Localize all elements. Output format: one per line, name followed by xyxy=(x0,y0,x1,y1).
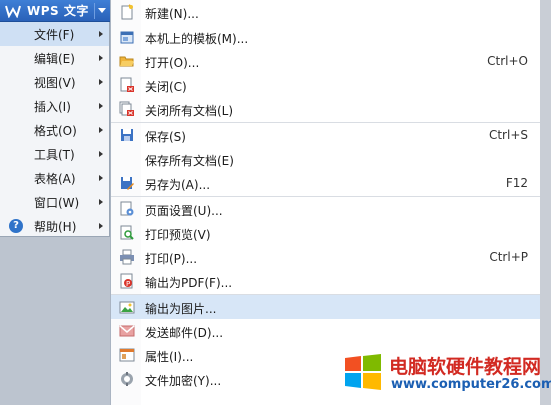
export-pdf-item[interactable]: P 输出为PDF(F)... xyxy=(111,269,540,293)
close-item[interactable]: 关闭(C) xyxy=(111,73,540,97)
properties-icon xyxy=(119,347,135,363)
chevron-right-icon xyxy=(99,151,103,157)
print-preview-icon xyxy=(119,225,135,241)
menu-item-insert[interactable]: 插入(I) xyxy=(0,94,109,118)
chevron-right-icon xyxy=(99,127,103,133)
menu-label: 属性(I)... xyxy=(145,350,194,364)
menu-item-help[interactable]: ? 帮助(H) xyxy=(0,214,109,238)
new-document-icon xyxy=(119,4,135,20)
print-preview-item[interactable]: 打印预览(V) xyxy=(111,221,540,245)
menu-label: 页面设置(U)... xyxy=(145,204,223,218)
help-icon: ? xyxy=(9,219,23,233)
menu-label: 保存所有文档(E) xyxy=(145,154,234,168)
watermark-url: www.computer26.com xyxy=(391,377,551,392)
new-item[interactable]: 新建(N)... xyxy=(111,0,540,24)
menu-label: 关闭(C) xyxy=(145,80,187,94)
menu-label: 另存为(A)... xyxy=(145,178,211,192)
pdf-icon: P xyxy=(119,273,135,289)
wps-logo-icon xyxy=(5,4,21,19)
watermark-brand: 电脑软硬件教程网 xyxy=(389,356,542,378)
shortcut-label: Ctrl+O xyxy=(487,54,528,68)
encrypt-icon xyxy=(119,371,135,387)
shortcut-label: F12 xyxy=(505,176,528,190)
menu-label: 文件加密(Y)... xyxy=(145,374,222,388)
menu-item-label: 文件(F) xyxy=(34,27,75,42)
menu-label: 输出为图片... xyxy=(145,302,217,316)
menu-item-label: 格式(O) xyxy=(34,123,77,138)
divider xyxy=(94,3,95,19)
svg-text:P: P xyxy=(126,280,130,288)
shortcut-label: Ctrl+P xyxy=(489,250,528,264)
menu-item-view[interactable]: 视图(V) xyxy=(0,70,109,94)
menu-item-tools[interactable]: 工具(T) xyxy=(0,142,109,166)
menu-label: 打印预览(V) xyxy=(145,228,211,242)
chevron-right-icon xyxy=(99,103,103,109)
menu-label: 打印(P)... xyxy=(145,252,198,266)
chevron-right-icon xyxy=(99,223,103,229)
menu-label: 新建(N)... xyxy=(145,7,199,21)
menu-label: 发送邮件(D)... xyxy=(145,326,224,340)
menu-item-label: 插入(I) xyxy=(34,99,71,114)
template-icon xyxy=(119,29,135,45)
menu-item-label: 帮助(H) xyxy=(34,219,77,234)
send-mail-item[interactable]: 发送邮件(D)... xyxy=(111,319,540,343)
menu-item-edit[interactable]: 编辑(E) xyxy=(0,46,109,70)
save-as-icon xyxy=(119,175,135,191)
menu-label: 保存(S) xyxy=(145,130,186,144)
page-setup-item[interactable]: 页面设置(U)... xyxy=(111,197,540,221)
chevron-right-icon xyxy=(99,31,103,37)
chevron-right-icon xyxy=(99,55,103,61)
close-all-icon xyxy=(119,101,135,117)
menu-label: 关闭所有文档(L) xyxy=(145,104,234,118)
windows-logo-icon xyxy=(343,352,383,392)
menu-label: 本机上的模板(M)... xyxy=(145,32,249,46)
template-item[interactable]: 本机上的模板(M)... xyxy=(111,25,540,49)
menu-item-format[interactable]: 格式(O) xyxy=(0,118,109,142)
menu-item-file[interactable]: 文件(F) xyxy=(0,22,109,46)
image-export-icon xyxy=(119,299,135,315)
main-menu: 文件(F) 编辑(E) 视图(V) 插入(I) 格式(O) 工具(T) 表格(A… xyxy=(0,22,110,237)
page-setup-icon xyxy=(119,201,135,217)
close-document-icon xyxy=(119,77,135,93)
site-watermark: 电脑软硬件教程网 www.computer26.com xyxy=(343,349,551,399)
save-icon xyxy=(119,127,135,143)
open-item[interactable]: 打开(O)... Ctrl+O xyxy=(111,49,540,73)
menu-label: 输出为PDF(F)... xyxy=(145,276,233,290)
chevron-right-icon xyxy=(99,199,103,205)
menu-item-label: 视图(V) xyxy=(34,75,76,90)
menu-item-label: 窗口(W) xyxy=(34,195,80,210)
menu-item-window[interactable]: 窗口(W) xyxy=(0,190,109,214)
mail-icon xyxy=(119,323,135,339)
menu-item-label: 工具(T) xyxy=(34,147,75,162)
file-submenu: 新建(N)... 本机上的模板(M)... 打开(O)... Ctrl+O 关闭… xyxy=(110,0,540,405)
chevron-down-icon[interactable] xyxy=(98,8,106,13)
chevron-right-icon xyxy=(99,79,103,85)
document-canvas xyxy=(540,0,551,405)
close-all-item[interactable]: 关闭所有文档(L) xyxy=(111,97,540,121)
menu-item-label: 编辑(E) xyxy=(34,51,75,66)
wps-app-menu-button[interactable]: WPS 文字 xyxy=(0,0,110,22)
save-item[interactable]: 保存(S) Ctrl+S xyxy=(111,123,540,147)
save-as-item[interactable]: 另存为(A)... F12 xyxy=(111,171,540,195)
menu-item-table[interactable]: 表格(A) xyxy=(0,166,109,190)
printer-icon xyxy=(119,249,135,265)
print-item[interactable]: 打印(P)... Ctrl+P xyxy=(111,245,540,269)
app-title: WPS 文字 xyxy=(27,4,89,18)
menu-label: 打开(O)... xyxy=(145,56,200,70)
save-all-item[interactable]: 保存所有文档(E) xyxy=(111,147,540,171)
shortcut-label: Ctrl+S xyxy=(488,128,528,142)
open-folder-icon xyxy=(119,53,135,69)
menu-item-label: 表格(A) xyxy=(34,171,76,186)
export-image-item[interactable]: 输出为图片... xyxy=(111,295,540,319)
chevron-right-icon xyxy=(99,175,103,181)
